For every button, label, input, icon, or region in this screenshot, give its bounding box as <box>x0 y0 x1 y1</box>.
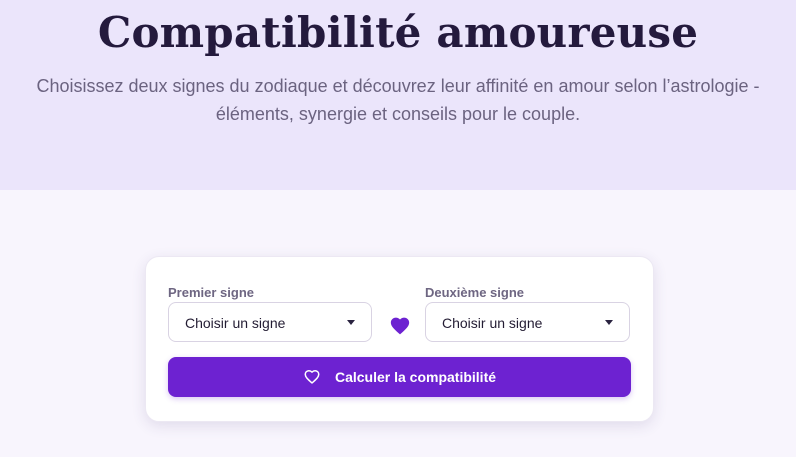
chevron-down-icon <box>605 320 613 325</box>
subtitle-line-1: Choisissez deux signes du zodiaque et dé… <box>36 76 760 96</box>
second-sign-label: Deuxième signe <box>425 285 524 300</box>
compatibility-form-card: Premier signe Choisir un signe Deuxième … <box>145 256 654 422</box>
heart-icon <box>390 317 410 335</box>
heart-outline-icon <box>304 369 320 384</box>
calculate-compatibility-button[interactable]: Calculer la compatibilité <box>168 357 631 397</box>
second-sign-value: Choisir un signe <box>442 315 543 331</box>
subtitle-line-2: éléments, synergie et conseils pour le c… <box>215 104 581 124</box>
first-sign-label: Premier signe <box>168 285 254 300</box>
page-title: Compatibilité amoureuse <box>97 8 699 57</box>
second-sign-select[interactable]: Choisir un signe <box>425 302 630 342</box>
chevron-down-icon <box>347 320 355 325</box>
first-sign-select[interactable]: Choisir un signe <box>168 302 372 342</box>
hero-section: Compatibilité amoureuse Choisissez deux … <box>0 0 796 190</box>
first-sign-value: Choisir un signe <box>185 315 286 331</box>
calculate-button-label: Calculer la compatibilité <box>334 369 497 385</box>
page-subtitle: Choisissez deux signes du zodiaque et dé… <box>34 72 762 128</box>
